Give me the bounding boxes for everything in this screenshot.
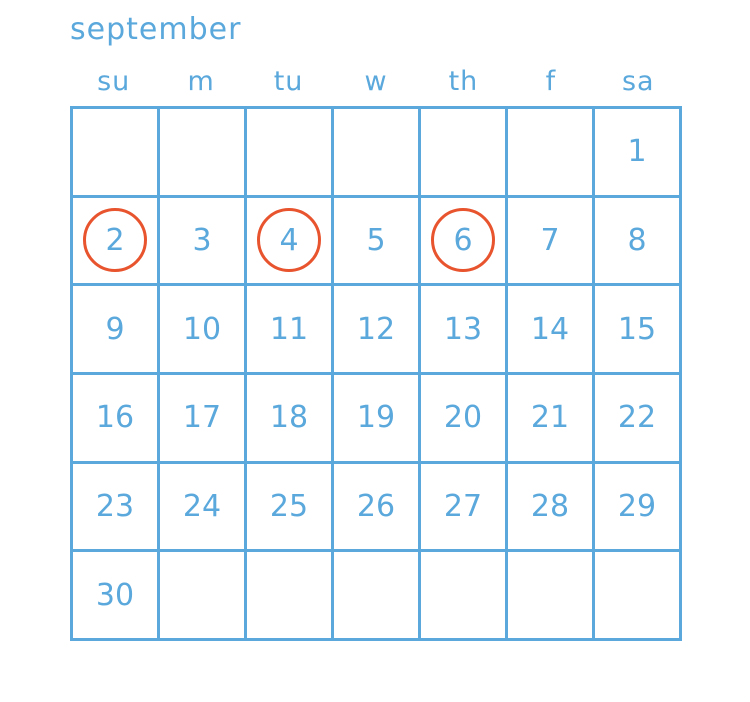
day-number: 10	[182, 311, 222, 347]
calendar-grid: 1 2 3 4 5 6 7 8 9 10 11 12 13 14 15 16 17 18 19 20 21 22 23 24 2…	[70, 106, 682, 641]
calendar-empty-cell	[508, 109, 595, 198]
weekday-wednesday: w	[364, 66, 388, 97]
day-number: 14	[530, 311, 570, 347]
calendar-empty-cell	[334, 552, 421, 641]
calendar-day-cell: 5	[334, 197, 421, 287]
calendar-day-cell: 18	[247, 374, 334, 464]
calendar-empty-cell	[421, 552, 508, 641]
calendar-empty-cell	[73, 109, 160, 198]
day-number: 5	[366, 222, 386, 258]
weekday-friday: f	[545, 66, 557, 97]
calendar-day-cell: 16	[73, 374, 160, 464]
day-number: 20	[443, 400, 483, 436]
calendar-day-cell: 3	[160, 197, 247, 287]
calendar-day-cell: 23	[73, 463, 160, 553]
day-number: 26	[356, 488, 396, 524]
calendar-day-cell: 17	[160, 374, 247, 464]
calendar-empty-cell	[595, 552, 682, 641]
day-number: 16	[95, 400, 135, 436]
month-title: september	[70, 12, 242, 47]
weekday-header-row: su m tu w th f sa	[70, 60, 682, 104]
day-number: 25	[269, 488, 309, 524]
day-number: 28	[530, 488, 570, 524]
calendar-day-cell: 26	[334, 463, 421, 553]
calendar-day-cell: 27	[421, 463, 508, 553]
calendar-day-cell: 13	[421, 286, 508, 375]
calendar-day-cell: 8	[595, 197, 682, 287]
day-number: 27	[443, 488, 483, 524]
calendar-day-cell: 25	[247, 463, 334, 553]
calendar-day-cell: 28	[508, 463, 595, 553]
day-number: 12	[356, 311, 396, 347]
calendar-empty-cell	[334, 109, 421, 198]
calendar-empty-cell	[160, 109, 247, 198]
weekday-tuesday: tu	[273, 66, 304, 97]
calendar-day-cell: 29	[595, 463, 682, 553]
calendar-day-cell: 20	[421, 374, 508, 464]
calendar-day-cell: 10	[160, 286, 247, 375]
weekday-sunday: su	[97, 66, 131, 97]
calendar-empty-cell	[421, 109, 508, 198]
weekday-thursday: th	[448, 66, 479, 97]
calendar-day-cell: 30	[73, 552, 160, 641]
calendar-day-cell: 2	[73, 197, 160, 287]
day-number: 1	[627, 134, 647, 170]
calendar-day-cell: 15	[595, 286, 682, 375]
calendar-day-cell: 24	[160, 463, 247, 553]
weekday-saturday: sa	[621, 66, 655, 97]
day-number: 3	[192, 222, 212, 258]
day-number: 6	[453, 222, 473, 258]
day-number: 22	[617, 400, 657, 436]
day-number: 17	[182, 400, 222, 436]
day-number: 4	[279, 222, 299, 258]
calendar-day-cell: 11	[247, 286, 334, 375]
calendar-day-cell: 21	[508, 374, 595, 464]
day-number: 2	[105, 222, 125, 258]
day-number: 30	[95, 577, 135, 613]
calendar-day-cell: 22	[595, 374, 682, 464]
calendar-day-cell: 1	[595, 109, 682, 198]
day-number: 15	[617, 311, 657, 347]
day-number: 23	[95, 488, 135, 524]
weekday-monday: m	[187, 66, 215, 97]
day-number: 29	[617, 488, 657, 524]
calendar-empty-cell	[247, 109, 334, 198]
day-number: 18	[269, 400, 309, 436]
calendar-day-cell: 12	[334, 286, 421, 375]
calendar-empty-cell	[160, 552, 247, 641]
day-number: 11	[269, 311, 309, 347]
calendar-day-cell: 9	[73, 286, 160, 375]
day-number: 9	[105, 311, 125, 347]
day-number: 8	[627, 222, 647, 258]
calendar-day-cell: 4	[247, 197, 334, 287]
calendar-day-cell: 14	[508, 286, 595, 375]
calendar-day-cell: 19	[334, 374, 421, 464]
day-number: 21	[530, 400, 570, 436]
day-number: 7	[540, 222, 560, 258]
calendar-empty-cell	[247, 552, 334, 641]
day-number: 13	[443, 311, 483, 347]
day-number: 24	[182, 488, 222, 524]
calendar-day-cell: 6	[421, 197, 508, 287]
calendar-empty-cell	[508, 552, 595, 641]
calendar-day-cell: 7	[508, 197, 595, 287]
day-number: 19	[356, 400, 396, 436]
